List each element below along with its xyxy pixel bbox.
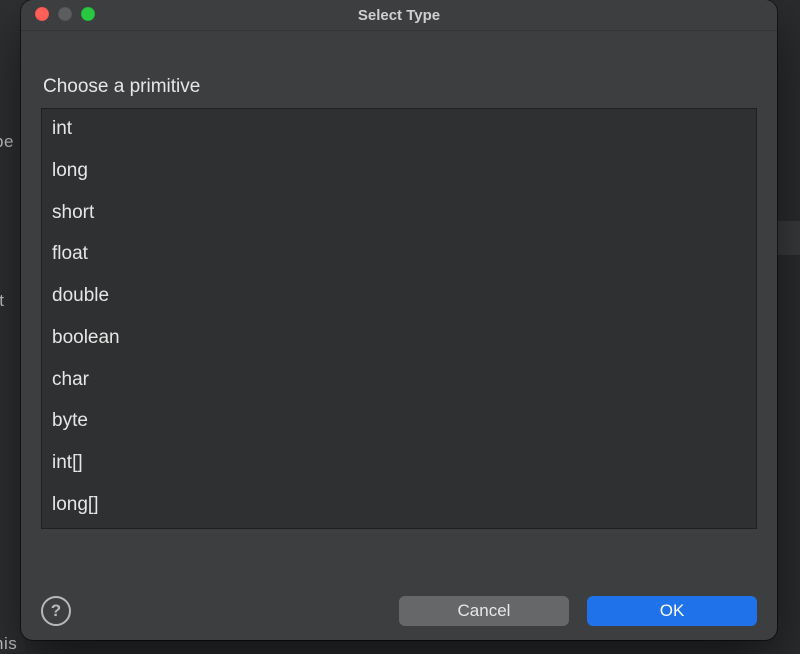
ok-button-label: OK [660, 601, 685, 621]
titlebar: Select Type [21, 0, 777, 31]
list-item[interactable]: int[] [42, 443, 756, 485]
list-item[interactable]: long[] [42, 485, 756, 527]
background-text-fragment: pe [0, 132, 14, 152]
window-controls [35, 7, 95, 21]
help-button[interactable]: ? [41, 596, 71, 626]
background-text-fragment: tt [0, 291, 4, 311]
window-close-button[interactable] [35, 7, 49, 21]
ok-button[interactable]: OK [587, 596, 757, 626]
list-item[interactable]: char [42, 360, 756, 402]
window-zoom-button[interactable] [81, 7, 95, 21]
list-item[interactable]: float [42, 234, 756, 276]
cancel-button-label: Cancel [458, 601, 511, 621]
instruction-label: Choose a primitive [43, 76, 757, 98]
list-item[interactable]: double [42, 276, 756, 318]
list-item[interactable]: int [42, 109, 756, 151]
help-icon: ? [51, 601, 61, 621]
cancel-button[interactable]: Cancel [399, 596, 569, 626]
primitive-list[interactable]: int long short float double boolean char… [41, 108, 757, 529]
window-minimize-button[interactable] [58, 7, 72, 21]
window-title: Select Type [358, 7, 440, 24]
select-type-dialog: Select Type Choose a primitive int long … [21, 0, 777, 640]
background-text-fragment: his [0, 634, 17, 654]
list-item[interactable]: short [42, 193, 756, 235]
list-item[interactable]: boolean [42, 318, 756, 360]
list-item[interactable]: long [42, 151, 756, 193]
dialog-footer: ? Cancel OK [21, 582, 777, 640]
list-item[interactable]: byte [42, 401, 756, 443]
